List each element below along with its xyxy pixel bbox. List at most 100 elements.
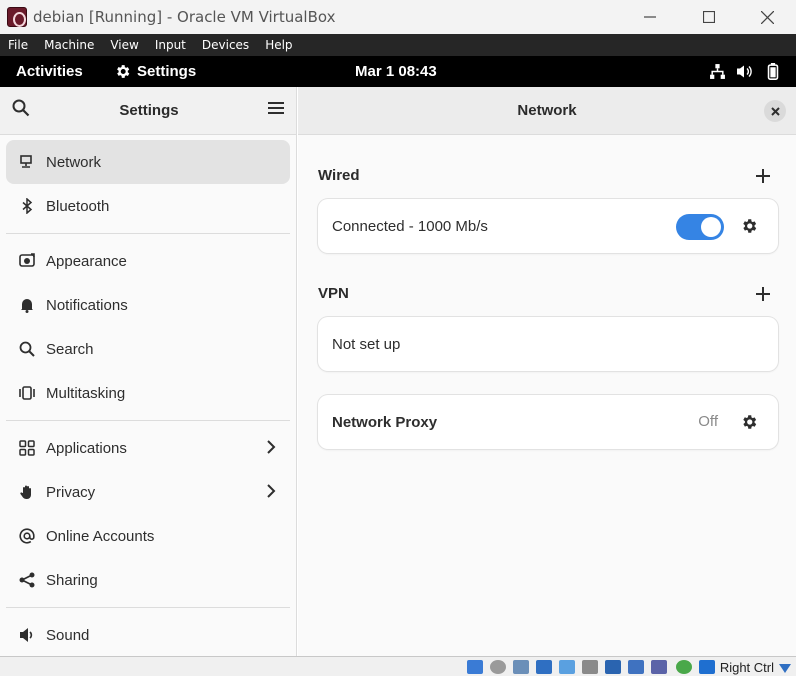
bluetooth-icon: [18, 197, 36, 215]
vpn-status-text: Not set up: [332, 335, 401, 353]
sidebar-item-label: Sound: [46, 626, 90, 644]
search-icon: [18, 340, 36, 358]
volume-icon: [736, 62, 754, 80]
recording-icon[interactable]: [628, 660, 644, 674]
sidebar-item-applications[interactable]: Applications: [6, 426, 290, 470]
gear-icon: [117, 65, 130, 78]
sidebar-item-search[interactable]: Search: [6, 327, 290, 371]
speaker-icon: [18, 626, 36, 644]
display-icon[interactable]: [605, 660, 621, 674]
sidebar-title: Settings: [119, 102, 179, 119]
search-button[interactable]: [12, 99, 30, 122]
virtualization-icon[interactable]: [651, 660, 667, 674]
maximize-button[interactable]: [680, 0, 738, 34]
gear-icon: [743, 415, 757, 429]
apps-grid-icon: [18, 439, 36, 457]
sidebar-item-label: Sharing: [46, 571, 98, 589]
sidebar-item-label: Bluetooth: [46, 197, 110, 215]
menu-input[interactable]: Input: [147, 38, 194, 52]
add-wired-profile-button[interactable]: [754, 167, 772, 185]
host-key-arrow-icon: [778, 661, 792, 673]
menu-machine[interactable]: Machine: [36, 38, 102, 52]
gnome-topbar: Activities Settings Mar 1 08:43: [0, 56, 796, 87]
sidebar-divider: [6, 420, 290, 421]
wired-status-text: Connected - 1000 Mb/s: [332, 217, 488, 235]
vbox-statusbar: Right Ctrl: [0, 656, 796, 676]
sidebar-item-privacy[interactable]: Privacy: [6, 470, 290, 514]
menu-file[interactable]: File: [0, 38, 36, 52]
network-icon: [18, 153, 36, 171]
minimize-button[interactable]: [621, 0, 679, 34]
virtualbox-app-icon: [7, 7, 27, 27]
menu-devices[interactable]: Devices: [194, 38, 257, 52]
wired-connection-row[interactable]: Connected - 1000 Mb/s: [318, 199, 778, 253]
chevron-right-icon: [266, 439, 276, 459]
menu-help[interactable]: Help: [257, 38, 300, 52]
sidebar-item-label: Network: [46, 153, 102, 171]
app-menu-button[interactable]: Settings: [114, 63, 196, 80]
share-icon: [18, 571, 36, 589]
wired-toggle-switch[interactable]: [676, 214, 724, 240]
hard-disk-icon[interactable]: [467, 660, 483, 674]
sidebar-divider: [6, 233, 290, 234]
chevron-right-icon: [266, 483, 276, 503]
network-proxy-label: Network Proxy: [332, 413, 438, 431]
sidebar-item-bluetooth[interactable]: Bluetooth: [6, 184, 290, 228]
sidebar-item-notifications[interactable]: Notifications: [6, 283, 290, 327]
sidebar-item-online-accounts[interactable]: Online Accounts: [6, 514, 290, 558]
sidebar-item-sound[interactable]: Sound: [6, 613, 290, 656]
network-adapter-icon[interactable]: [536, 660, 552, 674]
usb-icon[interactable]: [559, 660, 575, 674]
wired-settings-button[interactable]: [740, 217, 758, 235]
plus-icon: [756, 287, 770, 301]
at-icon: [18, 527, 36, 545]
hamburger-menu-icon: [268, 102, 284, 114]
sidebar-item-label: Search: [46, 340, 94, 358]
sidebar-item-label: Appearance: [46, 252, 127, 270]
multitasking-icon: [18, 384, 36, 402]
proxy-state-text: Off: [698, 413, 718, 430]
network-panel: Network Wired Connected - 1000 Mb/s VPN …: [298, 87, 796, 656]
vpn-section-title: VPN: [318, 285, 349, 302]
sidebar-item-label: Multitasking: [46, 384, 126, 402]
settings-sidebar: Settings Network Bluetooth Appearance No…: [0, 87, 297, 656]
page-title: Network: [517, 102, 577, 119]
clock[interactable]: Mar 1 08:43: [355, 63, 437, 80]
keyboard-capture-icon[interactable]: [699, 660, 715, 674]
audio-icon[interactable]: [513, 660, 529, 674]
maximize-icon: [703, 11, 715, 23]
mouse-integration-icon[interactable]: [676, 660, 692, 674]
menu-view[interactable]: View: [102, 38, 146, 52]
network-proxy-row[interactable]: Network Proxy Off: [318, 395, 778, 449]
sidebar-item-label: Notifications: [46, 296, 128, 314]
content-header: Network: [298, 87, 796, 135]
host-key-label: Right Ctrl: [719, 660, 774, 675]
vpn-row: Not set up: [318, 317, 778, 371]
network-wired-icon: [708, 62, 726, 80]
battery-icon: [764, 62, 782, 80]
activities-button[interactable]: Activities: [16, 63, 83, 80]
shared-folders-icon[interactable]: [582, 660, 598, 674]
plus-icon: [756, 169, 770, 183]
proxy-settings-button[interactable]: [740, 413, 758, 431]
sidebar-item-label: Applications: [46, 439, 127, 457]
sidebar-header: Settings: [0, 87, 296, 135]
sidebar-item-multitasking[interactable]: Multitasking: [6, 371, 290, 415]
sidebar-item-network[interactable]: Network: [6, 140, 290, 184]
sidebar-item-appearance[interactable]: Appearance: [6, 239, 290, 283]
close-window-button[interactable]: [738, 0, 796, 34]
vbox-menubar: File Machine View Input Devices Help: [0, 34, 796, 56]
sidebar-item-label: Privacy: [46, 483, 96, 501]
appearance-icon: [18, 252, 36, 270]
close-settings-button[interactable]: [764, 100, 786, 122]
close-icon: [770, 106, 780, 116]
window-title: debian [Running] - Oracle VM VirtualBox: [33, 8, 336, 26]
wired-section-title: Wired: [318, 167, 360, 184]
add-vpn-button[interactable]: [754, 285, 772, 303]
system-tray[interactable]: [708, 62, 782, 80]
main-menu-button[interactable]: [268, 101, 284, 120]
sidebar-item-sharing[interactable]: Sharing: [6, 558, 290, 602]
app-menu-label: Settings: [137, 63, 197, 80]
search-icon: [12, 99, 30, 117]
optical-drive-icon[interactable]: [490, 660, 506, 674]
